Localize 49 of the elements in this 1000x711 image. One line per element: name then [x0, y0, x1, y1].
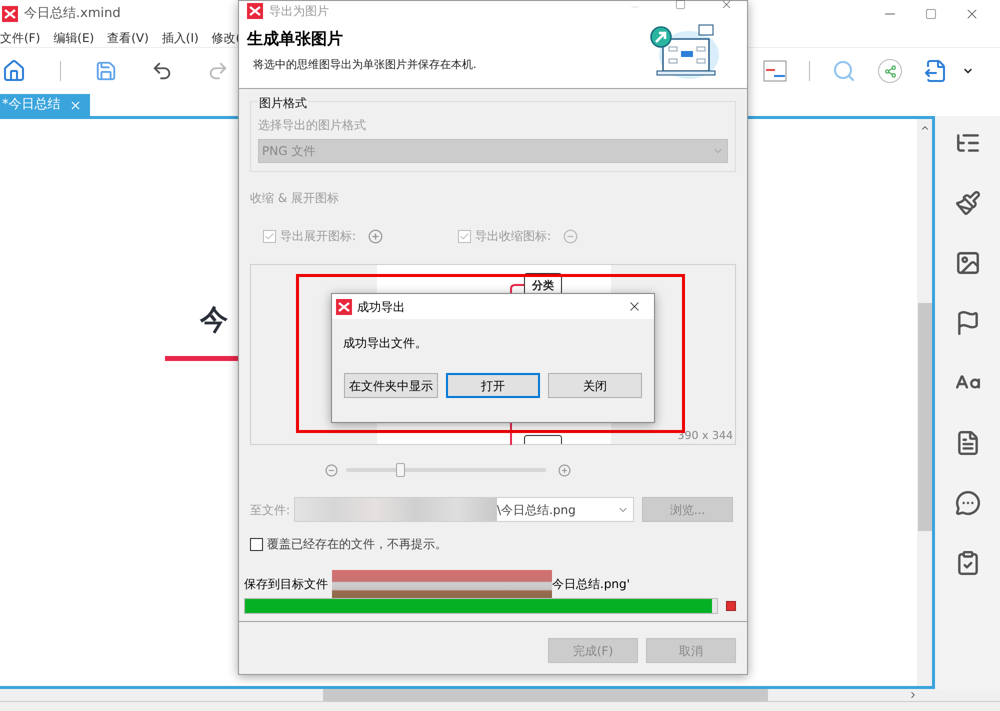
expand-icon [368, 228, 384, 244]
field-label: 至文件: [250, 502, 290, 518]
share-button[interactable] [878, 59, 902, 83]
checkbox[interactable] [250, 538, 263, 550]
chat-bubble-icon[interactable] [954, 490, 980, 516]
dialog-button[interactable]: 关闭 [548, 373, 642, 398]
dialog-heading: 生成单张图片 [247, 28, 344, 50]
dialog-button[interactable]: 在文件夹中显示 [344, 373, 438, 398]
checkbox-label: 导出展开图标: [280, 228, 356, 245]
home-icon[interactable] [2, 59, 26, 83]
maximize-icon[interactable] [675, 0, 686, 10]
mind-map-node [524, 435, 562, 444]
collapse-icon [563, 228, 578, 244]
checkbox-label: 覆盖已经存在的文件，不再提示。 [267, 536, 447, 553]
undo-icon[interactable] [151, 60, 173, 82]
zoom-slider[interactable] [346, 463, 546, 477]
dialog-subtitle: 将选中的思维图导出为单张图片并保存在本机. [253, 57, 478, 73]
paintbrush-icon[interactable] [954, 190, 980, 216]
section-label: 收缩 & 展开图标 [250, 190, 340, 207]
progress-label: 保存到目标文件 [244, 576, 328, 593]
window-title: 今日总结.xmind [24, 5, 121, 24]
logo-icon [336, 298, 352, 314]
image-icon[interactable] [954, 250, 980, 276]
dialog-title: 成功导出 [357, 298, 405, 316]
maximize-icon[interactable] [925, 8, 937, 20]
group-title: 图片格式 [258, 94, 308, 112]
progress-target: 今日总结.png' [552, 576, 630, 593]
vertical-scrollbar[interactable] [917, 119, 932, 686]
menu-item[interactable]: 查看(V) [107, 28, 149, 46]
save-icon[interactable] [95, 60, 117, 82]
dialog-button[interactable]: 打开 [446, 373, 540, 398]
scrollbar-thumb[interactable] [918, 303, 932, 531]
slider-thumb[interactable] [396, 463, 405, 477]
horizontal-scrollbar[interactable] [323, 689, 768, 701]
menu-item[interactable]: 插入(I) [162, 28, 199, 46]
field-label: 选择导出的图片格式 [258, 117, 367, 134]
export-icon[interactable] [924, 59, 948, 83]
dialog-message: 成功导出文件。 [343, 335, 428, 352]
central-topic[interactable]: 今 [200, 299, 228, 341]
file-path-field[interactable]: \今日总结.png [294, 497, 634, 522]
theme-icon[interactable] [763, 60, 787, 82]
menu-item[interactable]: 编辑(E) [53, 28, 94, 46]
checkbox-label: 导出收缩图标: [475, 228, 552, 245]
menu-item[interactable]: 文件(F) [0, 28, 40, 46]
dialog-title: 导出为图片 [269, 3, 329, 20]
zoom-out-icon[interactable] [325, 464, 338, 476]
zoom-in-icon[interactable] [558, 464, 571, 476]
share-icon [884, 64, 896, 78]
close-icon[interactable] [720, 0, 733, 11]
